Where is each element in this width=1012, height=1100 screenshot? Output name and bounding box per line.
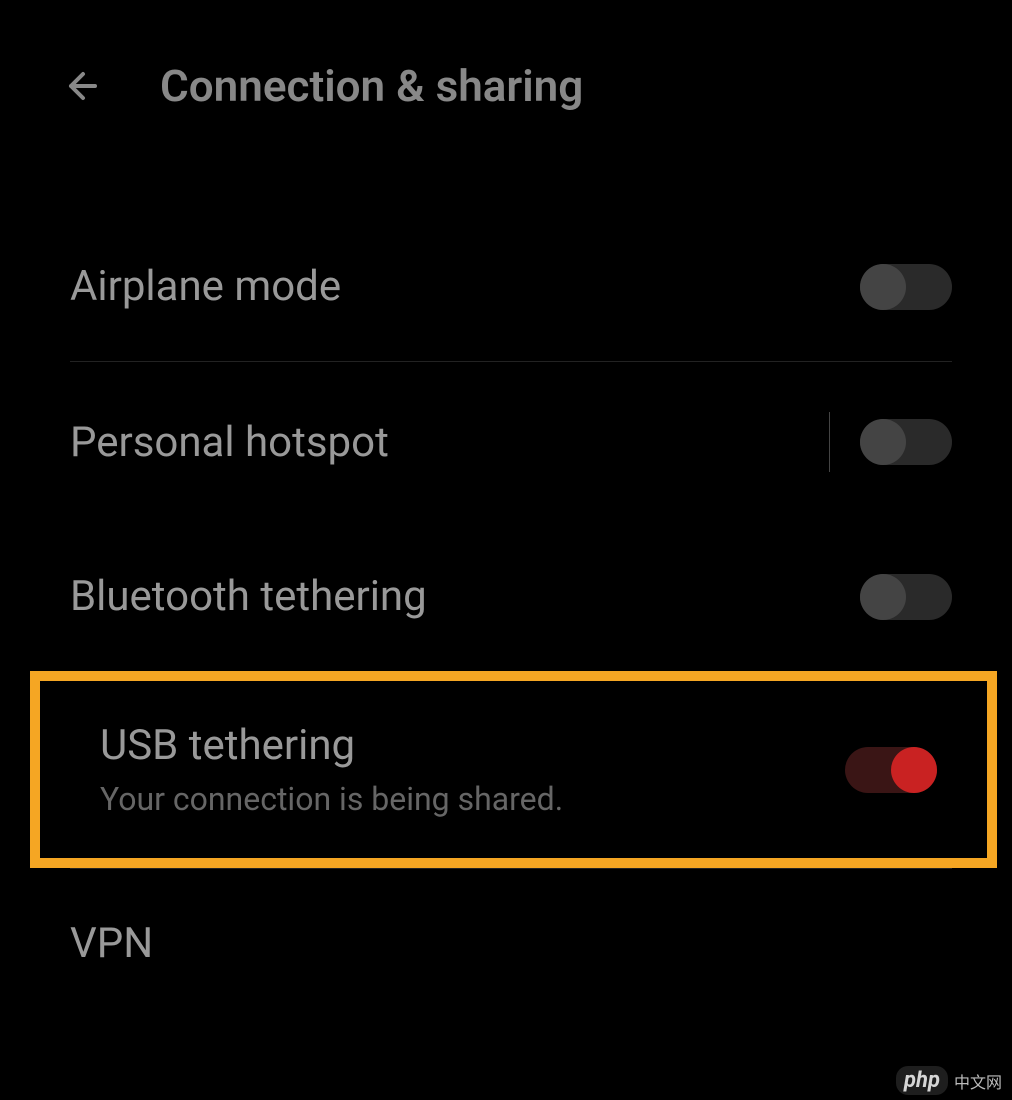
setting-text: Airplane mode: [70, 262, 341, 311]
settings-list: Airplane mode Personal hotspot Bluetooth…: [0, 152, 1012, 1018]
arrow-left-icon: [63, 64, 107, 108]
bluetooth-tethering-label: Bluetooth tethering: [70, 572, 427, 621]
page-title: Connection & sharing: [160, 60, 583, 112]
airplane-mode-item[interactable]: Airplane mode: [0, 212, 1012, 361]
toggle-knob: [860, 574, 906, 620]
personal-hotspot-toggle[interactable]: [860, 419, 952, 465]
toggle-knob: [891, 747, 937, 793]
vpn-item[interactable]: VPN: [0, 869, 1012, 1018]
bluetooth-tethering-toggle[interactable]: [860, 574, 952, 620]
watermark-text: 中文网: [954, 1069, 1002, 1093]
watermark-logo: php: [896, 1066, 948, 1095]
back-button[interactable]: [60, 61, 110, 111]
setting-text: USB tethering Your connection is being s…: [100, 721, 563, 818]
toggle-knob: [860, 419, 906, 465]
watermark: php 中文网: [896, 1066, 1002, 1095]
bluetooth-tethering-item[interactable]: Bluetooth tethering: [0, 522, 1012, 671]
usb-tethering-item[interactable]: USB tethering Your connection is being s…: [30, 671, 997, 868]
setting-text: VPN: [70, 919, 153, 968]
vertical-divider: [829, 412, 830, 472]
airplane-mode-label: Airplane mode: [70, 262, 341, 311]
usb-tethering-subtitle: Your connection is being shared.: [100, 780, 563, 818]
vpn-label: VPN: [70, 919, 153, 968]
usb-tethering-label: USB tethering: [100, 721, 563, 770]
toggle-knob: [860, 264, 906, 310]
setting-text: Bluetooth tethering: [70, 572, 427, 621]
personal-hotspot-item[interactable]: Personal hotspot: [0, 362, 1012, 522]
header: Connection & sharing: [0, 0, 1012, 152]
airplane-mode-toggle[interactable]: [860, 264, 952, 310]
personal-hotspot-label: Personal hotspot: [70, 418, 389, 467]
hotspot-left: Personal hotspot: [70, 418, 799, 467]
usb-tethering-toggle[interactable]: [845, 747, 937, 793]
